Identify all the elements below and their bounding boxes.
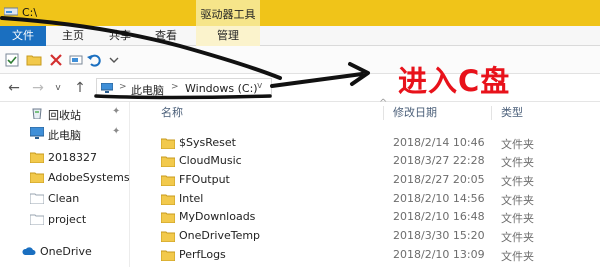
file-modified: 2018/2/10 16:48	[393, 210, 485, 223]
nav-item-label: OneDrive	[40, 245, 92, 258]
nav-item-label: 2018327	[48, 151, 97, 164]
breadcrumb-drive[interactable]: Windows (C:)	[185, 82, 258, 95]
folder-icon	[161, 175, 175, 186]
file-type: 文件夹	[501, 231, 534, 244]
file-list: ^ 名称 修改日期 类型 $SysReset 2018/2/14 10:46 文…	[131, 98, 600, 267]
table-row[interactable]: MyDownloads 2018/2/10 16:48 文件夹	[131, 208, 600, 226]
file-name: MyDownloads	[179, 210, 256, 223]
file-name: PerfLogs	[179, 248, 226, 261]
nav-item-clean[interactable]: Clean	[0, 189, 130, 209]
file-modified: 2018/2/10 13:09	[393, 248, 485, 261]
table-row[interactable]: PerfLogs 2018/2/10 13:09 文件夹	[131, 246, 600, 264]
column-divider[interactable]	[383, 106, 384, 120]
folder-icon	[30, 172, 44, 183]
breadcrumb-this-pc[interactable]: 此电脑	[131, 82, 164, 98]
file-type: 文件夹	[501, 138, 534, 151]
folder-icon	[30, 193, 44, 204]
annotation-label: 进入C盘	[398, 64, 511, 98]
address-bar[interactable]: > 此电脑 > Windows (C:) v	[96, 78, 272, 98]
back-button[interactable]: ←	[6, 80, 22, 96]
nav-item-this-pc[interactable]: 此电脑 ✦	[0, 124, 130, 144]
file-modified: 2018/2/14 10:46	[393, 136, 485, 149]
tab-home[interactable]: 主页	[58, 26, 88, 46]
file-modified: 2018/2/27 20:05	[393, 173, 485, 186]
nav-item-recycle-bin[interactable]: 回收站 ✦	[0, 104, 130, 124]
file-name: $SysReset	[179, 136, 236, 149]
nav-item-project[interactable]: project	[0, 210, 130, 230]
folder-icon	[30, 152, 44, 163]
table-row[interactable]: $SysReset 2018/2/14 10:46 文件夹	[131, 134, 600, 152]
drive-icon	[4, 7, 18, 16]
breadcrumb-separator[interactable]: >	[171, 82, 179, 92]
file-name: FFOutput	[179, 173, 230, 186]
tab-share[interactable]: 共享	[104, 26, 136, 46]
ribbon-tabs: 文件 主页 共享 查看 管理	[0, 26, 600, 46]
folder-icon	[161, 212, 175, 223]
folder-icon	[161, 194, 175, 205]
column-divider[interactable]	[491, 106, 492, 120]
file-name: Intel	[179, 192, 204, 205]
rename-icon[interactable]	[68, 52, 84, 68]
window-title: C:\	[22, 6, 38, 19]
nav-item-label: 此电脑	[48, 129, 81, 142]
column-header-modified[interactable]: 修改日期	[393, 102, 493, 124]
tab-view[interactable]: 查看	[150, 26, 182, 46]
file-type: 文件夹	[501, 156, 534, 169]
new-folder-icon[interactable]	[26, 52, 42, 68]
nav-item-adobesystems[interactable]: AdobeSystems	[0, 168, 130, 188]
drive-tools-group: 驱动器工具	[196, 0, 260, 26]
folder-icon	[30, 214, 44, 225]
nav-item-label: AdobeSystems	[48, 171, 130, 184]
up-button[interactable]: ↑	[72, 80, 88, 96]
nav-item-label: 回收站	[48, 109, 81, 122]
delete-icon[interactable]	[48, 52, 64, 68]
onedrive-icon	[22, 247, 36, 255]
file-modified: 2018/3/30 15:20	[393, 229, 485, 242]
table-row[interactable]: CloudMusic 2018/3/27 22:28 文件夹	[131, 152, 600, 170]
table-row[interactable]: OneDriveTemp 2018/3/30 15:20 文件夹	[131, 227, 600, 245]
title-bar: C:\ 驱动器工具	[0, 0, 600, 26]
nav-item-2018327[interactable]: 2018327	[0, 148, 130, 168]
file-modified: 2018/3/27 22:28	[393, 154, 485, 167]
forward-button[interactable]: →	[30, 80, 46, 96]
file-type: 文件夹	[501, 175, 534, 188]
column-header-name[interactable]: 名称	[161, 102, 361, 124]
file-name: CloudMusic	[179, 154, 242, 167]
computer-icon	[101, 83, 113, 93]
recent-locations-button[interactable]: v	[50, 80, 66, 96]
nav-item-label: project	[48, 213, 87, 226]
customize-toolbar-icon[interactable]	[106, 52, 122, 68]
drive-tools-label: 驱动器工具	[200, 8, 256, 21]
file-name: OneDriveTemp	[179, 229, 261, 242]
column-header-type[interactable]: 类型	[501, 102, 561, 124]
folder-icon	[161, 138, 175, 149]
breadcrumb-separator[interactable]: >	[119, 82, 127, 92]
file-modified: 2018/2/10 14:56	[393, 192, 485, 205]
properties-icon[interactable]	[4, 52, 20, 68]
nav-item-label: Clean	[48, 192, 80, 205]
tab-file[interactable]: 文件	[0, 26, 46, 46]
computer-icon	[30, 127, 44, 139]
folder-icon	[161, 231, 175, 242]
undo-icon[interactable]	[86, 52, 102, 68]
navigation-pane: 回收站 ✦ 此电脑 ✦ 2018327 AdobeSystems Clean p…	[0, 102, 130, 267]
pin-icon: ✦	[112, 106, 121, 117]
pin-icon: ✦	[112, 126, 121, 137]
recycle-bin-icon	[32, 108, 42, 119]
folder-icon	[161, 156, 175, 167]
chevron-down-icon[interactable]: v	[257, 81, 262, 91]
nav-item-onedrive[interactable]: OneDrive	[0, 242, 130, 262]
file-type: 文件夹	[501, 194, 534, 207]
file-type: 文件夹	[501, 212, 534, 225]
file-type: 文件夹	[501, 250, 534, 263]
table-row[interactable]: Intel 2018/2/10 14:56 文件夹	[131, 190, 600, 208]
tab-manage[interactable]: 管理	[196, 26, 260, 46]
table-row[interactable]: FFOutput 2018/2/27 20:05 文件夹	[131, 171, 600, 189]
folder-icon	[161, 250, 175, 261]
